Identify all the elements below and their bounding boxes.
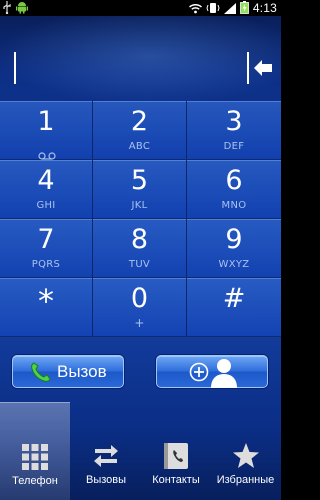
tab-phone[interactable]: Телефон (0, 402, 70, 500)
key-4[interactable]: 4 GHI (0, 160, 93, 219)
key-3[interactable]: 3 DEF (187, 101, 281, 160)
text-cursor (14, 52, 16, 84)
vibrate-icon (206, 0, 220, 18)
key-letters: WXYZ (218, 259, 250, 270)
tab-contacts[interactable]: Контакты (142, 402, 210, 500)
dialpad-icon (21, 443, 49, 475)
backspace-arrow-icon (253, 59, 273, 81)
key-digit: 1 (37, 106, 55, 137)
key-digit: 0 (130, 283, 149, 314)
star-icon (232, 442, 260, 473)
tab-label: Вызовы (85, 474, 127, 486)
backspace-divider (247, 52, 249, 84)
key-digit: 9 (225, 224, 243, 255)
clock: 4:13 (252, 1, 277, 15)
key-star[interactable]: * (0, 278, 93, 337)
key-digit: # (222, 283, 246, 314)
dial-pad: 1 2 ABC 3 DEF 4 GHI 5 JKL 6 MNO 7 PQRS 8… (0, 101, 281, 337)
key-hash[interactable]: # (187, 278, 281, 337)
status-bar-system: 4:13 (188, 0, 277, 18)
key-digit: * (38, 282, 54, 320)
key-6[interactable]: 6 MNO (187, 160, 281, 219)
add-icon (189, 362, 209, 386)
wifi-icon (188, 0, 202, 18)
tab-label: Избранные (216, 474, 275, 486)
key-5[interactable]: 5 JKL (93, 160, 187, 219)
key-letters: DEF (223, 141, 245, 152)
number-display[interactable] (0, 16, 281, 108)
key-letters: MNO (221, 200, 247, 211)
key-9[interactable]: 9 WXYZ (187, 219, 281, 278)
key-2[interactable]: 2 ABC (93, 101, 187, 160)
key-letters: JKL (131, 200, 148, 211)
key-letters: GHI (36, 200, 56, 211)
call-log-icon (93, 442, 119, 472)
key-letters: ABC (128, 141, 151, 152)
key-letters: + (134, 316, 145, 330)
tab-label: Контакты (152, 474, 200, 486)
call-button[interactable]: Вызов (12, 355, 124, 388)
key-digit: 3 (225, 106, 243, 137)
tab-favorites[interactable]: Избранные (210, 402, 281, 500)
tab-bar: Телефон Вызовы Контакты Избранные (0, 402, 281, 500)
usb-icon (2, 0, 12, 18)
android-debug-icon (15, 0, 29, 18)
add-contact-button[interactable] (156, 355, 268, 388)
key-digit: 5 (130, 165, 149, 196)
tab-label: Телефон (12, 475, 58, 487)
status-bar: 4:13 (0, 0, 281, 16)
tab-call-log[interactable]: Вызовы (70, 402, 142, 500)
backspace-button[interactable] (247, 52, 275, 84)
battery-charging-icon (239, 0, 249, 18)
signal-icon (223, 0, 236, 18)
call-button-label: Вызов (57, 362, 107, 381)
key-digit: 6 (225, 165, 243, 196)
key-letters: PQRS (31, 259, 61, 270)
phone-icon (29, 360, 53, 388)
key-digit: 8 (130, 224, 149, 255)
key-0[interactable]: 0 + (93, 278, 187, 337)
key-digit: 7 (37, 224, 55, 255)
key-7[interactable]: 7 PQRS (0, 219, 93, 278)
contacts-icon (163, 442, 189, 474)
key-digit: 2 (130, 106, 149, 137)
key-1[interactable]: 1 (0, 101, 93, 160)
status-bar-notifications (2, 0, 29, 18)
add-contact-icon (209, 356, 239, 392)
key-letters: TUV (128, 259, 151, 270)
key-8[interactable]: 8 TUV (93, 219, 187, 278)
key-digit: 4 (37, 165, 55, 196)
